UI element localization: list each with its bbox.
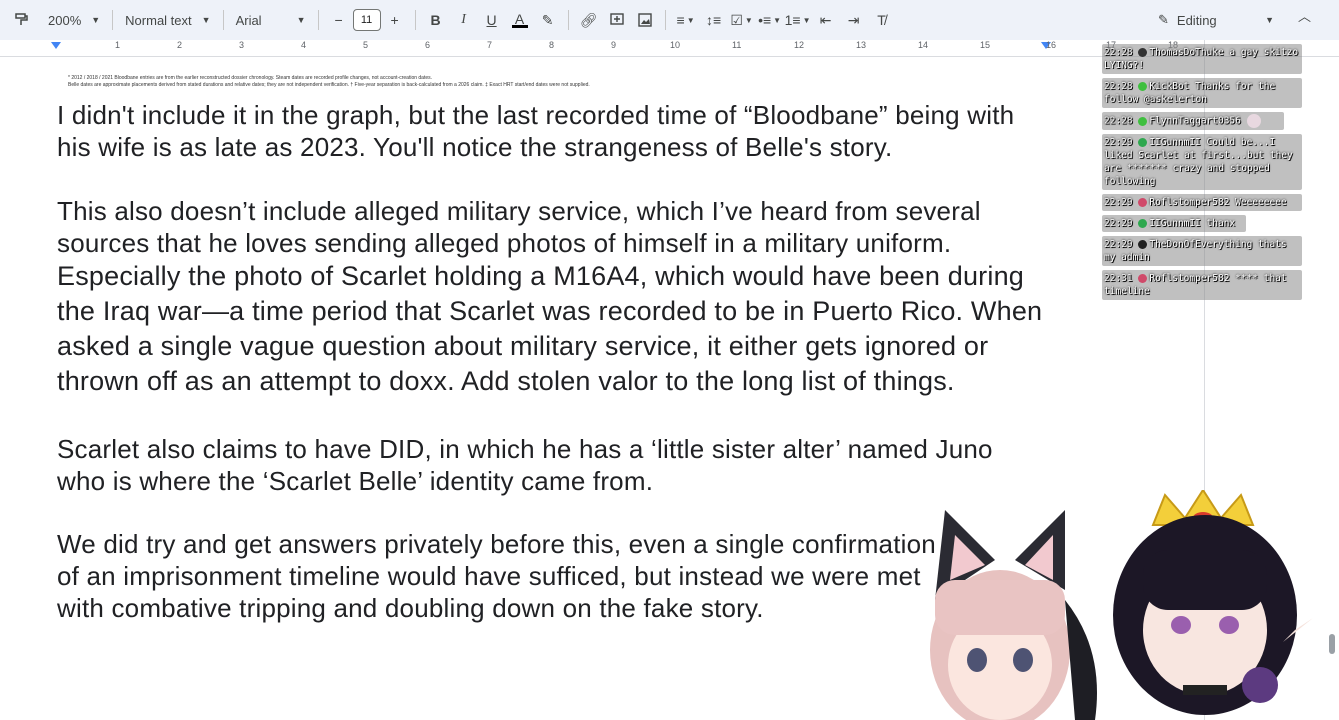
chat-message: 22:29 Roflstomper582 Weeeeeeee — [1102, 194, 1302, 211]
numbered-list-icon[interactable]: 1≡ ▼ — [785, 6, 811, 34]
ruler-number: 1 — [115, 40, 121, 50]
editing-mode-select[interactable]: ✎ Editing ▼ — [1150, 6, 1286, 34]
paragraph[interactable]: Scarlet also claims to have DID, in whic… — [57, 433, 1047, 497]
style-select[interactable]: Normal text ▼ — [119, 6, 216, 34]
bot-badge-icon — [1138, 82, 1148, 91]
chevron-down-icon: ▼ — [91, 15, 101, 25]
bold-icon[interactable]: B — [423, 6, 449, 34]
font-value: Arial — [235, 12, 262, 28]
ruler-number: 15 — [980, 40, 991, 50]
user-badge-icon — [1138, 274, 1148, 283]
left-indent-marker[interactable] — [51, 42, 61, 49]
paint-format-icon[interactable] — [9, 6, 35, 34]
zoom-value: 200% — [48, 12, 82, 28]
divider — [317, 10, 319, 30]
toolbar: 200% ▼ Normal text ▼ Arial ▼ − 11 + B I U A… — [0, 0, 1339, 40]
link-icon[interactable]: 🔗︎ — [576, 6, 602, 34]
user-badge-icon — [1138, 198, 1148, 207]
divider — [567, 10, 569, 30]
italic-icon[interactable]: I — [451, 6, 477, 34]
ruler-number: 12 — [794, 40, 805, 50]
decrease-font-size-button[interactable]: − — [326, 6, 352, 34]
ruler-number: 14 — [918, 40, 929, 50]
image-icon[interactable] — [632, 6, 658, 34]
ruler-number: 16 — [1046, 40, 1057, 50]
bulleted-list-icon[interactable]: •≡ ▼ — [757, 6, 783, 34]
ruler-number: 6 — [425, 40, 431, 50]
ruler-number: 11 — [732, 40, 742, 50]
text-color-icon[interactable]: A — [507, 6, 533, 34]
paragraph-text: Especially the photo of Scarlet holding … — [57, 261, 1043, 396]
ruler-number: 7 — [487, 40, 493, 50]
divider — [112, 10, 114, 30]
chevron-down-icon: ▼ — [201, 15, 211, 25]
footnote-line: * 2012 / 2018 / 2021 Bloodbane entries a… — [68, 75, 433, 81]
chevron-up-icon[interactable]: ︿ — [1298, 6, 1311, 25]
align-icon[interactable]: ≡ ▼ — [673, 6, 699, 34]
paragraph[interactable]: This also doesn’t include alleged milita… — [57, 195, 1047, 399]
zoom-select[interactable]: 200% ▼ — [42, 6, 106, 34]
divider — [664, 10, 666, 30]
chat-message: 22:29 IIGunnmII thanx — [1102, 215, 1246, 232]
chat-message: 22:29 TheDonOfEverything thats my admin — [1102, 236, 1302, 266]
ruler-number: 4 — [301, 40, 307, 50]
paragraph[interactable]: We did try and get answers privately bef… — [57, 528, 957, 624]
chat-message: 22:31 Roflstomper582 **** that timeline — [1102, 270, 1302, 300]
clear-formatting-icon[interactable]: T̸ — [869, 6, 895, 34]
chevron-down-icon: ▼ — [296, 15, 306, 25]
divider — [414, 10, 416, 30]
ruler-number: 13 — [856, 40, 867, 50]
chat-message: 22:28 FlynnTaggart0356 — [1102, 112, 1284, 130]
editing-mode-label: Editing — [1176, 12, 1217, 28]
ruler-number: 5 — [363, 40, 369, 50]
paragraph-text: This also doesn’t include alleged milita… — [57, 196, 981, 258]
highlight-icon[interactable]: ✎ — [535, 6, 561, 34]
stream-chat: 22:28 ThomasDoThuke a gay skitzo LYING?!… — [1102, 44, 1302, 304]
streamer-avatars — [930, 490, 1313, 720]
footnote-line: Belle dates are approximate placements d… — [68, 82, 590, 88]
chevron-down-icon: ▼ — [1265, 15, 1274, 25]
checklist-icon[interactable]: ☑ ▼ — [729, 6, 755, 34]
style-value: Normal text — [125, 12, 192, 28]
underline-icon[interactable]: U — [479, 6, 505, 34]
chat-message: 22:29 IIGunnmII Could be...I liked Scarl… — [1102, 134, 1302, 190]
user-badge-icon — [1138, 240, 1148, 249]
divider — [222, 10, 224, 30]
font-select[interactable]: Arial ▼ — [230, 6, 312, 34]
ruler-number: 2 — [177, 40, 183, 50]
footnote: * 2012 / 2018 / 2021 Bloodbane entries a… — [68, 75, 708, 89]
ruler-number: 3 — [239, 40, 245, 50]
chat-message: 22:28 ThomasDoThuke a gay skitzo LYING?! — [1102, 44, 1302, 74]
right-avatar — [1100, 490, 1313, 715]
comment-icon[interactable] — [604, 6, 630, 34]
user-badge-icon — [1138, 116, 1148, 126]
ruler-number: 9 — [611, 40, 617, 50]
font-size-input[interactable]: 11 — [352, 9, 381, 31]
decrease-indent-icon[interactable]: ⇤ — [813, 6, 839, 34]
user-badge-icon — [1138, 219, 1148, 228]
line-spacing-icon[interactable]: ↕≡ — [701, 6, 727, 34]
avatar-icon — [1246, 114, 1261, 128]
increase-indent-icon[interactable]: ⇥ — [841, 6, 867, 34]
user-badge-icon — [1138, 48, 1148, 57]
ruler-number: 8 — [549, 40, 555, 50]
pencil-icon: ✎ — [1158, 12, 1169, 27]
ruler-number: 10 — [670, 40, 681, 50]
chat-message: 22:28 KickBot Thanks for the follow @ask… — [1102, 78, 1302, 108]
left-avatar — [930, 510, 1097, 720]
paragraph[interactable]: I didn't include it in the graph, but th… — [57, 99, 1047, 163]
increase-font-size-button[interactable]: + — [382, 6, 408, 34]
user-badge-icon — [1138, 138, 1148, 147]
